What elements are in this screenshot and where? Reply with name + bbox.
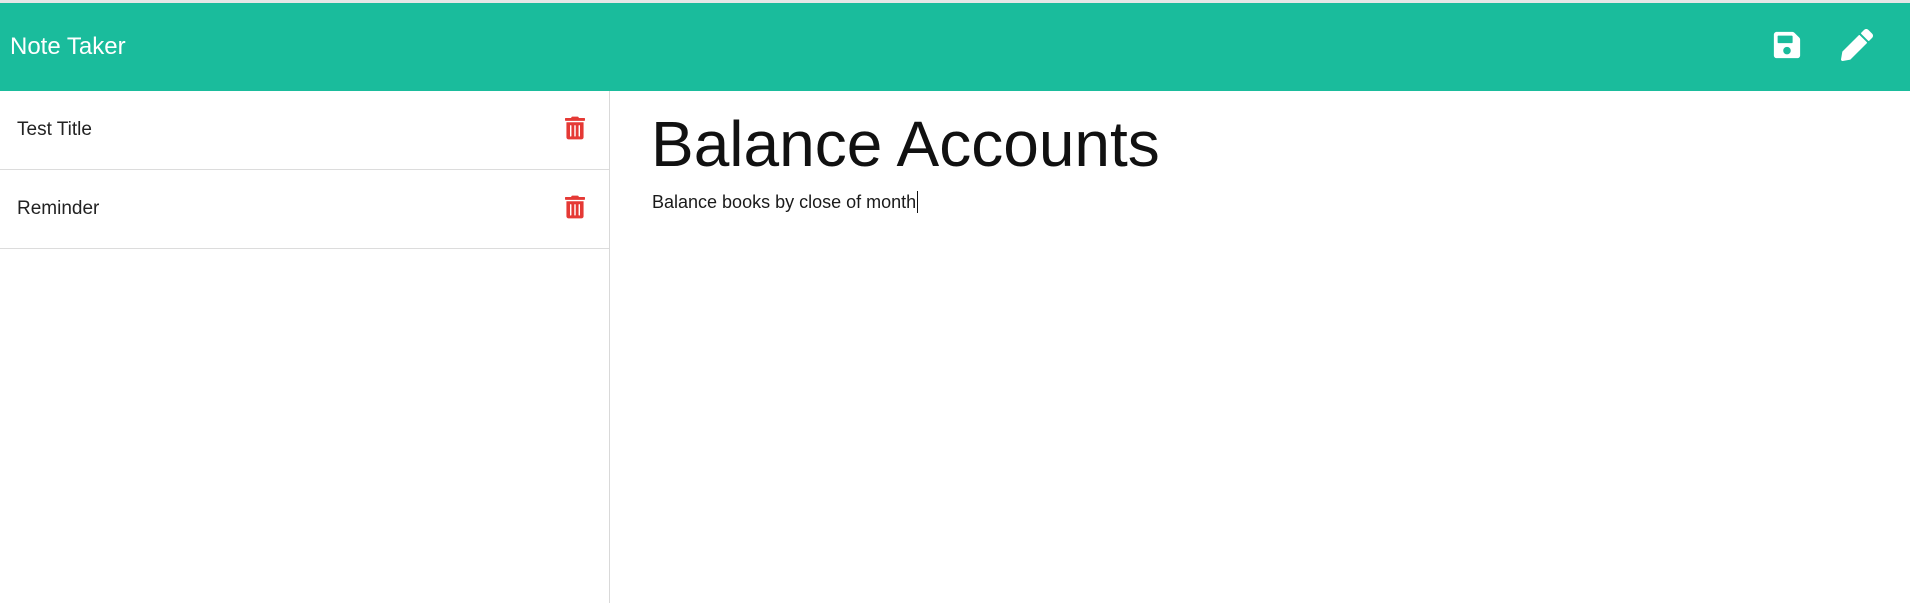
save-icon-glyph (1773, 31, 1801, 59)
text-caret (917, 191, 919, 213)
note-title: Reminder (17, 198, 100, 219)
note-list-item[interactable]: Test Title (0, 91, 609, 170)
note-text: Balance books by close of month (652, 192, 917, 212)
note-list: Test Title Reminder (0, 91, 610, 603)
note-editor: Balance Accounts Balance books by close … (611, 91, 1910, 603)
trash-icon[interactable] (563, 114, 587, 142)
app-title[interactable]: Note Taker (10, 32, 126, 62)
pencil-icon-glyph (1841, 29, 1873, 61)
trash-icon[interactable] (563, 193, 587, 221)
note-list-item[interactable]: Reminder (0, 170, 609, 249)
note-text-area[interactable]: Balance books by close of month (652, 190, 919, 214)
trash-icon-glyph (565, 195, 585, 219)
note-title: Test Title (17, 119, 92, 140)
note-title-input[interactable]: Balance Accounts (651, 105, 1851, 183)
navbar: Note Taker (0, 3, 1910, 91)
pencil-icon[interactable] (1839, 27, 1875, 63)
trash-icon-glyph (565, 116, 585, 140)
save-icon[interactable] (1769, 27, 1805, 63)
